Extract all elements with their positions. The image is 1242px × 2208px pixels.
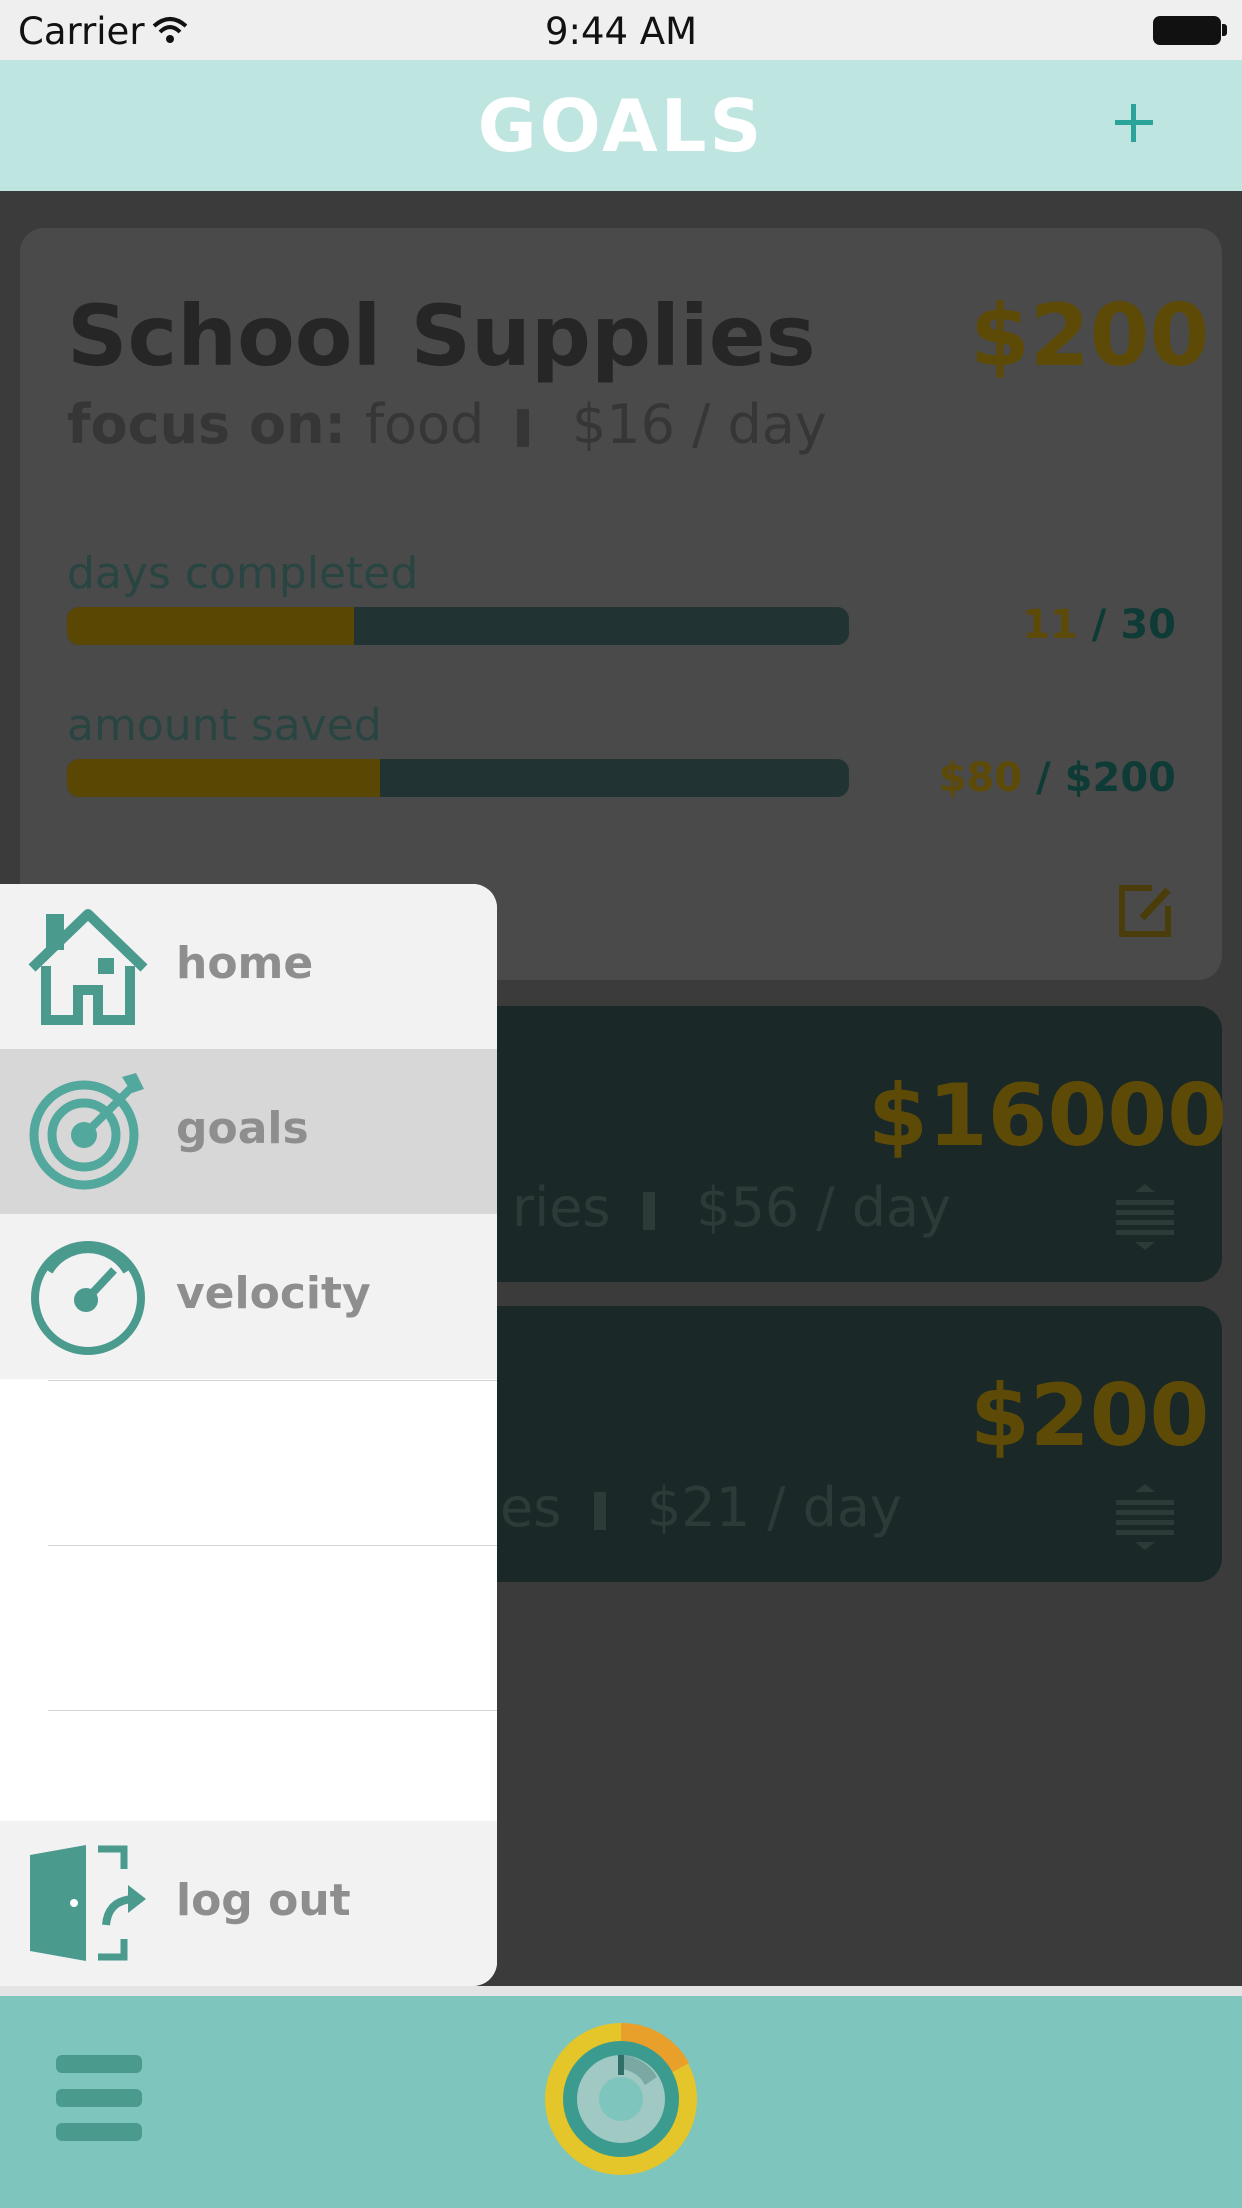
focus-separator [594, 1492, 607, 1530]
saved-total: / $200 [1036, 755, 1176, 801]
menu-item-velocity[interactable]: velocity [0, 1214, 497, 1379]
menu-label: goals [176, 1103, 309, 1154]
days-done: 11 [1022, 602, 1078, 648]
menu-item-logout[interactable]: log out [0, 1821, 497, 1986]
per-day-amount: $56 / day [696, 1176, 952, 1239]
hamburger-menu-icon[interactable] [56, 2055, 142, 2141]
focus-separator [517, 409, 530, 447]
focus-separator [643, 1192, 656, 1230]
page-title: GOALS [477, 84, 765, 168]
target-icon [29, 1073, 144, 1190]
goal-amount: $200 [970, 286, 1210, 386]
velocity-gauge-button[interactable] [543, 2021, 699, 2177]
saved-progress-bar [67, 759, 849, 797]
edit-icon[interactable] [1114, 882, 1176, 940]
menu-label: home [176, 938, 314, 989]
battery-icon [1153, 16, 1221, 45]
goal-amount: $16000 [868, 1066, 1228, 1166]
logout-door-icon [30, 1845, 146, 1961]
days-total: / 30 [1091, 602, 1176, 648]
focus-category: food [364, 393, 485, 456]
goal-title: School Supplies [67, 287, 816, 385]
bottom-separator [0, 1986, 1242, 1996]
saved-done: $80 [938, 755, 1023, 801]
reorder-handle-icon[interactable] [1114, 1482, 1176, 1552]
menu-divider [48, 1545, 497, 1546]
days-progress-bar [67, 607, 849, 645]
focus-prefix: focus on: [67, 393, 347, 456]
menu-divider [48, 1380, 497, 1381]
days-progress-value: 11 / 30 [930, 602, 1176, 648]
menu-label: velocity [176, 1268, 371, 1319]
saved-progress-fill [67, 759, 380, 797]
menu-divider [48, 1710, 497, 1711]
focus-category: es [500, 1476, 562, 1539]
goal-amount: $200 [970, 1366, 1210, 1466]
status-time: 9:44 AM [544, 10, 698, 53]
add-goal-button[interactable] [1103, 92, 1165, 154]
amount-saved-label: amount saved [67, 700, 382, 751]
house-icon [28, 909, 148, 1025]
per-day-amount: $21 / day [646, 1476, 902, 1539]
days-progress-fill [67, 607, 354, 645]
per-day-amount: $16 / day [571, 393, 827, 456]
menu-label: log out [176, 1875, 351, 1926]
goal-focus: focus on: food $16 / day [67, 393, 827, 456]
focus-category: ries [512, 1176, 611, 1239]
menu-item-home[interactable]: home [0, 884, 497, 1049]
saved-progress-value: $80 / $200 [930, 755, 1176, 801]
goal-focus: ries $56 / day [512, 1176, 951, 1239]
goal-focus: es $21 / day [500, 1476, 902, 1539]
speedometer-icon [31, 1241, 145, 1355]
menu-item-goals[interactable]: goals [0, 1049, 497, 1214]
days-completed-label: days completed [67, 548, 419, 599]
reorder-handle-icon[interactable] [1114, 1182, 1176, 1252]
battery-tip [1222, 24, 1227, 36]
side-menu: home goals velocity log out [0, 884, 497, 1986]
